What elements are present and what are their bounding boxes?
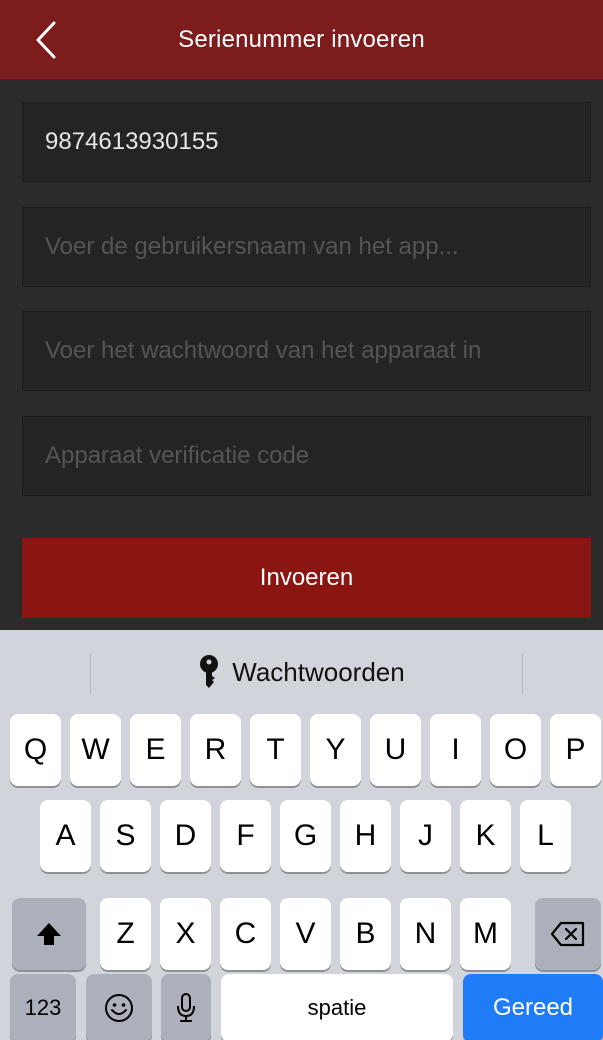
shift-key[interactable] [12, 898, 86, 970]
key-y[interactable]: Y [310, 714, 361, 786]
suggestion-bar: Wachtwoorden [0, 630, 603, 714]
backspace-icon [550, 921, 585, 947]
backspace-key[interactable] [535, 898, 601, 970]
emoji-icon [105, 994, 133, 1022]
verification-code-field[interactable] [22, 416, 591, 496]
passwords-suggestion[interactable]: Wachtwoorden [198, 654, 405, 690]
suggestion-label: Wachtwoorden [232, 656, 405, 687]
app-screen: Serienummer invoeren Invoeren [0, 0, 603, 630]
microphone-icon [177, 993, 195, 1022]
key-r[interactable]: R [190, 714, 241, 786]
serial-number-input[interactable] [45, 128, 590, 156]
space-key[interactable]: spatie [221, 974, 453, 1040]
keyboard: Wachtwoorden QWERTYUIOP ASDFGHJKL ZXCVBN… [0, 630, 603, 1040]
submit-button[interactable]: Invoeren [22, 538, 591, 618]
key-l[interactable]: L [520, 800, 571, 872]
key-h[interactable]: H [340, 800, 391, 872]
key-g[interactable]: G [280, 800, 331, 872]
verification-code-input[interactable] [45, 442, 590, 470]
back-button[interactable] [28, 20, 64, 60]
key-n[interactable]: N [400, 898, 451, 970]
password-field[interactable] [22, 311, 591, 391]
page-title: Serienummer invoeren [178, 25, 425, 53]
key-p[interactable]: P [550, 714, 601, 786]
key-x[interactable]: X [160, 898, 211, 970]
key-o[interactable]: O [490, 714, 541, 786]
key-z[interactable]: Z [100, 898, 151, 970]
emoji-key[interactable] [86, 974, 152, 1040]
key-e[interactable]: E [130, 714, 181, 786]
key-c[interactable]: C [220, 898, 271, 970]
serial-number-field[interactable] [22, 102, 591, 182]
numbers-key[interactable]: 123 [10, 974, 76, 1040]
key-j[interactable]: J [400, 800, 451, 872]
key-b[interactable]: B [340, 898, 391, 970]
key-q[interactable]: Q [10, 714, 61, 786]
key-s[interactable]: S [100, 800, 151, 872]
shift-icon [37, 923, 61, 945]
key-u[interactable]: U [370, 714, 421, 786]
key-f[interactable]: F [220, 800, 271, 872]
key-t[interactable]: T [250, 714, 301, 786]
password-input[interactable] [45, 337, 590, 365]
key-i[interactable]: I [430, 714, 481, 786]
done-key[interactable]: Gereed [463, 974, 603, 1040]
key-k[interactable]: K [460, 800, 511, 872]
key-m[interactable]: M [460, 898, 511, 970]
microphone-key[interactable] [161, 974, 211, 1040]
key-w[interactable]: W [70, 714, 121, 786]
key-a[interactable]: A [40, 800, 91, 872]
key-v[interactable]: V [280, 898, 331, 970]
suggestion-divider [522, 654, 523, 694]
navigation-bar: Serienummer invoeren [0, 0, 603, 79]
chevron-left-icon [36, 21, 56, 59]
key-icon [200, 655, 219, 688]
suggestion-divider [90, 654, 91, 694]
key-d[interactable]: D [160, 800, 211, 872]
username-field[interactable] [22, 207, 591, 287]
username-input[interactable] [45, 233, 590, 261]
